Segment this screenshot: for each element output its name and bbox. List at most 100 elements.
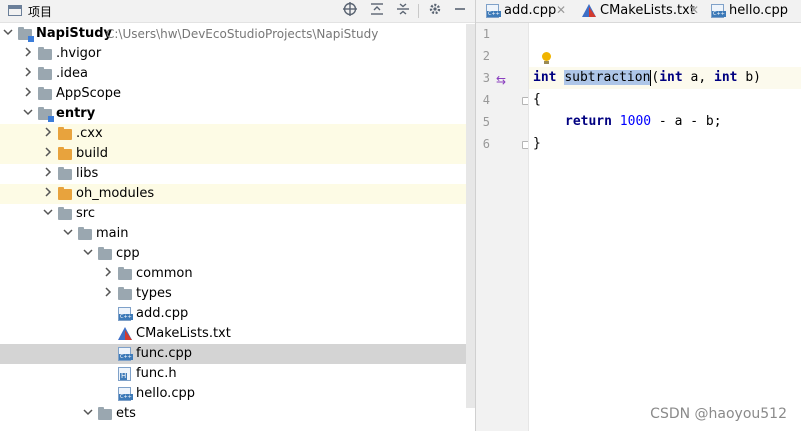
chevron-right-icon[interactable] <box>41 164 55 184</box>
expand-all-icon[interactable] <box>394 2 412 20</box>
tree-item[interactable]: add.cpp <box>0 304 475 324</box>
tree-item[interactable]: CMakeLists.txt <box>0 324 475 344</box>
tree-item[interactable]: .hvigor <box>0 44 475 64</box>
tree-item-label: main <box>96 226 129 241</box>
folder-icon <box>38 47 52 60</box>
tree-item-label: .cxx <box>76 126 103 141</box>
chevron-right-icon[interactable] <box>41 184 55 204</box>
tree-item-label: hello.cpp <box>136 386 195 401</box>
tree-item[interactable]: func.cpp <box>0 344 475 364</box>
tree-item[interactable]: ets <box>0 404 475 424</box>
excluded-folder-icon <box>58 187 72 200</box>
tree-item[interactable]: NapiStudy C:\Users\hw\DevEcoStudioProject… <box>0 24 475 44</box>
line-number: 5 <box>482 115 490 129</box>
tree-item[interactable]: entry <box>0 104 475 124</box>
tree-item[interactable]: oh_modules <box>0 184 475 204</box>
cpp-file-icon <box>486 4 501 18</box>
folder-icon <box>98 247 112 260</box>
tree-item-label: ets <box>116 406 136 421</box>
chevron-down-icon[interactable] <box>81 404 95 424</box>
chevron-down-icon[interactable] <box>81 244 95 264</box>
keyword: int <box>659 70 683 85</box>
tree-item-label: cpp <box>116 246 140 261</box>
expression-text: - a - b; <box>651 114 722 129</box>
chevron-right-icon[interactable] <box>101 284 115 304</box>
cpp-file-icon <box>118 347 133 361</box>
project-tree-scrollbar[interactable] <box>466 24 475 408</box>
collapse-all-icon[interactable] <box>368 2 386 20</box>
tree-item[interactable]: main <box>0 224 475 244</box>
chevron-right-icon[interactable] <box>21 64 35 84</box>
line-number: 2 <box>482 49 490 63</box>
tree-item[interactable]: .cxx <box>0 124 475 144</box>
tree-item[interactable]: libs <box>0 164 475 184</box>
tree-item[interactable]: common <box>0 264 475 284</box>
module-folder-icon <box>18 27 34 42</box>
folder-icon <box>38 87 52 100</box>
tree-item-label: func.cpp <box>136 346 192 361</box>
tree-item[interactable]: src <box>0 204 475 224</box>
tree-item-label: add.cpp <box>136 306 189 321</box>
tree-item-label: libs <box>76 166 99 181</box>
chevron-down-icon[interactable] <box>1 24 15 44</box>
keyword: return <box>565 114 612 129</box>
module-folder-icon <box>38 107 54 122</box>
chevron-down-icon[interactable] <box>61 224 75 244</box>
project-path: C:\Users\hw\DevEcoStudioProjects\NapiStu… <box>106 27 379 41</box>
tree-item[interactable]: func.h <box>0 364 475 384</box>
chevron-right-icon[interactable] <box>41 144 55 164</box>
tree-item[interactable]: AppScope <box>0 84 475 104</box>
tab-hello-cpp[interactable]: hello.cpp <box>701 0 801 22</box>
project-view-icon[interactable] <box>8 5 22 16</box>
folder-icon <box>98 407 112 420</box>
line-number: 6 <box>482 137 490 151</box>
chevron-right-icon[interactable] <box>41 124 55 144</box>
tab-label: CMakeLists.txt <box>600 3 695 18</box>
line-number: 4 <box>482 93 490 107</box>
param-text: b) <box>737 70 761 85</box>
minimize-icon[interactable] <box>451 2 469 20</box>
excluded-folder-icon <box>58 127 72 140</box>
close-icon[interactable]: ✕ <box>556 3 566 17</box>
cpp-file-icon <box>118 307 133 321</box>
lightbulb-icon[interactable] <box>542 52 551 64</box>
tab-label: hello.cpp <box>729 3 788 18</box>
tree-item[interactable]: cpp <box>0 244 475 264</box>
tree-item[interactable]: .idea <box>0 64 475 84</box>
code-line-4: { <box>533 92 541 107</box>
tree-item-label: .idea <box>56 66 88 81</box>
close-icon[interactable]: ✕ <box>689 3 699 17</box>
cpp-file-icon <box>118 387 133 401</box>
tab-cmakelists[interactable]: CMakeLists.txt ✕ <box>572 0 701 22</box>
project-panel-title[interactable]: 项目 <box>28 3 52 20</box>
folder-icon <box>58 167 72 180</box>
chevron-right-icon[interactable] <box>101 264 115 284</box>
tree-item[interactable]: types <box>0 284 475 304</box>
implementation-navigate-icon[interactable]: ⇆ <box>496 73 506 87</box>
keyword: int <box>714 70 738 85</box>
chevron-right-icon[interactable] <box>21 44 35 64</box>
cpp-file-icon <box>711 4 726 18</box>
header-file-icon <box>118 367 131 381</box>
chevron-down-icon[interactable] <box>41 204 55 224</box>
tree-item-label: types <box>136 286 172 301</box>
tree-item[interactable]: hello.cpp <box>0 384 475 404</box>
number-literal: 1000 <box>619 114 652 129</box>
cmake-file-icon <box>118 327 132 340</box>
gear-icon[interactable] <box>426 2 444 20</box>
chevron-down-icon[interactable] <box>21 104 35 124</box>
cmake-file-icon <box>582 4 596 17</box>
code-line-6: } <box>533 136 541 151</box>
chevron-right-icon[interactable] <box>21 84 35 104</box>
crosshair-icon[interactable] <box>341 2 359 20</box>
header-separator <box>418 4 419 18</box>
tab-label: add.cpp <box>504 3 557 18</box>
editor-tab-bar: add.cpp ✕ CMakeLists.txt ✕ hello.cpp <box>476 0 801 23</box>
tab-add-cpp[interactable]: add.cpp ✕ <box>476 0 572 22</box>
line-number: 3 <box>482 71 490 85</box>
tree-item[interactable]: build <box>0 144 475 164</box>
folder-icon <box>38 67 52 80</box>
tree-item-label: .hvigor <box>56 46 102 61</box>
keyword: int <box>533 70 557 85</box>
tree-item-label: NapiStudy <box>36 26 113 41</box>
